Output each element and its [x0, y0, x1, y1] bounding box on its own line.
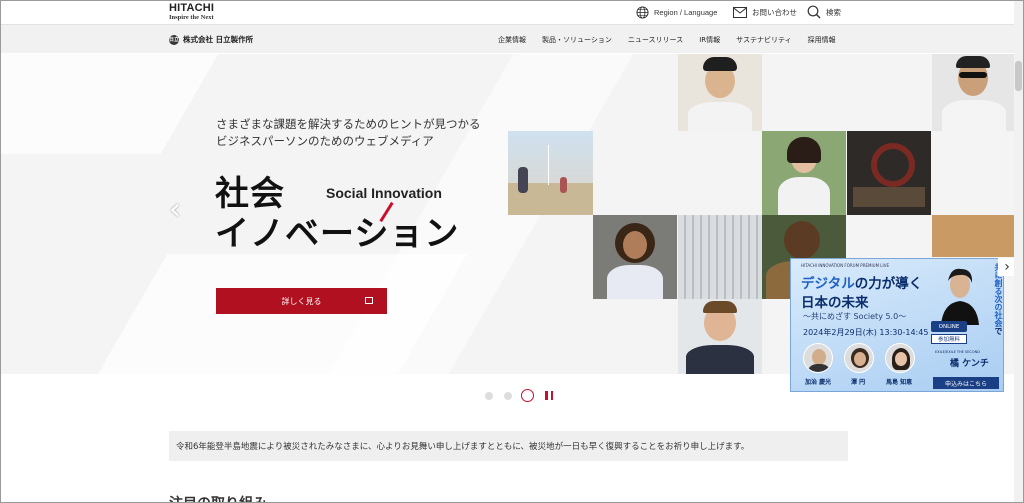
- speaker-name: 加治 慶光: [805, 379, 832, 386]
- photo-woman-park: [762, 131, 846, 215]
- learn-more-button[interactable]: 詳しく見る: [216, 288, 387, 314]
- carousel-prev-button[interactable]: ‹: [169, 192, 181, 227]
- carousel-dot[interactable]: [504, 392, 512, 400]
- hitachi-logo[interactable]: HITACHI Inspire the Next: [169, 3, 214, 22]
- nav-item-corporate-info[interactable]: 企業情報: [498, 35, 526, 45]
- photo-hair: [956, 56, 990, 68]
- hero-title-en: Social Innovation: [326, 185, 442, 201]
- nav-item-ir[interactable]: IR情報: [699, 35, 720, 45]
- free-badge: 参加無料: [931, 334, 967, 344]
- external-window-icon: [365, 297, 373, 304]
- nav-item-sustainability[interactable]: サステナビリティ: [736, 35, 791, 45]
- region-language-label: Region / Language: [654, 7, 718, 17]
- photo-person: [518, 167, 528, 193]
- hero-tagline: さまざまな課題を解決するためのヒントが見つかる ビジネスパーソンのためのウェブメ…: [216, 116, 481, 150]
- photo-man-smiling: [678, 299, 762, 374]
- logo-slogan: Inspire the Next: [169, 14, 214, 21]
- contact-label: お問い合わせ: [752, 7, 797, 17]
- main-nav: 日立 株式会社 日立製作所 企業情報 製品・ソリューション ニュースリリース I…: [1, 24, 1023, 53]
- photo-hair: [703, 301, 737, 313]
- guest-tag: EXILE/EXILE THE SECOND: [935, 350, 980, 354]
- photo-hair: [787, 137, 821, 163]
- photo-machine-wheel: [871, 143, 915, 187]
- photo-body: [942, 100, 1006, 131]
- speaker-avatar: [885, 343, 915, 373]
- speaker-name: 馬島 知恵: [886, 379, 913, 386]
- corporate-name: 株式会社 日立製作所: [183, 35, 254, 44]
- mail-icon: [733, 6, 747, 18]
- browser-viewport: HITACHI Inspire the Next Region / Langua…: [0, 0, 1024, 503]
- photo-interior: [932, 215, 1016, 257]
- region-language-link[interactable]: Region / Language: [636, 4, 717, 20]
- photo-child: [560, 177, 567, 193]
- photo-man-cap: [678, 54, 762, 131]
- corporate-name-link[interactable]: 日立 株式会社 日立製作所: [169, 34, 253, 45]
- guest-portrait: [941, 268, 979, 325]
- photo-body: [686, 345, 754, 374]
- carousel-dot-active[interactable]: [521, 389, 534, 402]
- page-scrollbar[interactable]: [1014, 1, 1023, 502]
- top-bar: HITACHI Inspire the Next Region / Langua…: [1, 1, 1023, 24]
- hero-title-line2: イノベーション: [215, 214, 460, 254]
- nav-menu: 企業情報 製品・ソリューション ニュースリリース IR情報 サステナビリティ 採…: [498, 35, 852, 45]
- photo-body: [607, 265, 663, 299]
- search-label: 検索: [826, 7, 841, 17]
- learn-more-label: 詳しく見る: [281, 296, 322, 306]
- company-mark-icon: 日立: [169, 34, 179, 45]
- hero-tagline-line2: ビジネスパーソンのためのウェブメディア: [216, 134, 434, 148]
- guest-name: 橘 ケンチ: [950, 359, 989, 369]
- speaker-avatar: [803, 343, 833, 373]
- register-button[interactable]: 申込みはこちら: [933, 377, 999, 389]
- logo-wordmark: HITACHI: [169, 2, 215, 14]
- speaker-avatar: [844, 343, 874, 373]
- photo-body: [778, 177, 830, 215]
- banner-subtitle: 〜共にめざす Society 5.0〜: [803, 312, 907, 321]
- photo-sunglasses: [959, 72, 987, 78]
- nav-item-careers[interactable]: 採用情報: [808, 35, 836, 45]
- hero-tagline-line1: さまざまな課題を解決するためのヒントが見つかる: [216, 117, 481, 131]
- speaker-name: 澤 円: [851, 379, 866, 386]
- section-heading-partial: 注目の取り組み: [169, 494, 329, 502]
- photo-woman-curly: [593, 215, 677, 299]
- photo-warehouse: [678, 215, 762, 299]
- photo-windmill: [548, 145, 549, 185]
- photo-machinery: [847, 131, 931, 215]
- event-banner[interactable]: HITACHI INNOVATION FORUM PREMIUM LIVE デジ…: [790, 258, 1004, 392]
- notice-text: 令和6年能登半島地震により被災されたみなさまに、心よりお見舞い申し上げますととも…: [176, 442, 750, 452]
- photo-machine-base: [853, 187, 925, 207]
- photo-face: [623, 231, 647, 259]
- carousel-dot[interactable]: [485, 392, 493, 400]
- nav-item-news-releases[interactable]: ニュースリリース: [628, 35, 683, 45]
- contact-link[interactable]: お問い合わせ: [733, 4, 797, 20]
- online-badge: ONLINE: [931, 321, 967, 332]
- banner-headline-1: デジタルの力が導く: [801, 276, 923, 292]
- search-icon: [807, 5, 821, 19]
- photo-family-field: [508, 131, 593, 215]
- nav-item-products-solutions[interactable]: 製品・ソリューション: [542, 35, 612, 45]
- search-link[interactable]: 検索: [807, 4, 841, 20]
- banner-headline-2: 日本の未来: [801, 295, 869, 311]
- banner-date: 2024年2月29日(木) 13:30-14:45: [803, 328, 929, 337]
- hero-bg-stripe: [1, 54, 242, 154]
- notice-bar: 令和6年能登半島地震により被災されたみなさまに、心よりお見舞い申し上げますととも…: [169, 431, 848, 461]
- photo-face: [784, 221, 820, 259]
- banner-small-text: HITACHI INNOVATION FORUM PREMIUM LIVE: [801, 263, 889, 268]
- photo-cap: [703, 57, 737, 71]
- globe-icon: [636, 5, 649, 19]
- photo-man-sunglasses: [932, 54, 1016, 131]
- scrollbar-thumb[interactable]: [1015, 61, 1022, 91]
- photo-body: [688, 102, 752, 131]
- carousel-pause-icon[interactable]: [545, 391, 553, 400]
